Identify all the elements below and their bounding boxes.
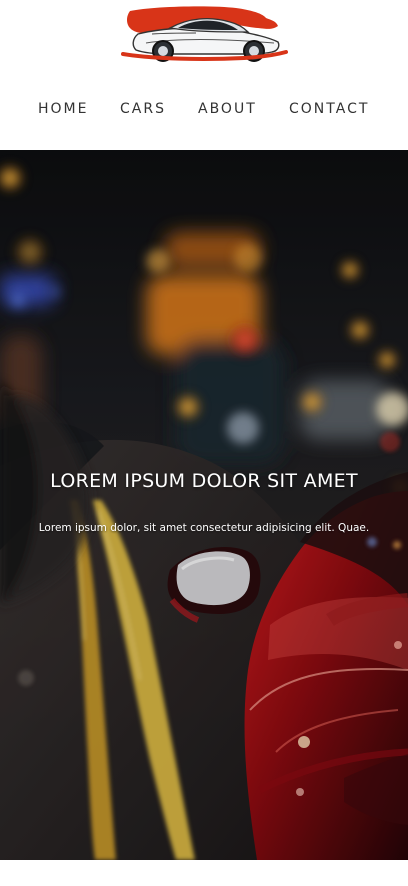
site-header: HOME CARS ABOUT CONTACT [0, 0, 408, 150]
nav-about-link[interactable]: ABOUT [198, 98, 257, 120]
sports-car-logo-icon[interactable] [118, 4, 288, 64]
nav-contact-link[interactable]: CONTACT [289, 98, 369, 120]
nav-cars-link[interactable]: CARS [120, 98, 166, 120]
hero-section: LOREM IPSUM DOLOR SIT AMET Lorem ipsum d… [0, 150, 408, 860]
night-street-background-image [0, 150, 408, 860]
nav-home-link[interactable]: HOME [38, 98, 88, 120]
main-navigation: HOME CARS ABOUT CONTACT [0, 98, 408, 122]
hero-title: LOREM IPSUM DOLOR SIT AMET [50, 470, 358, 492]
page-bottom-area [0, 860, 408, 886]
hero-description: Lorem ipsum dolor, sit amet consectetur … [38, 522, 370, 534]
